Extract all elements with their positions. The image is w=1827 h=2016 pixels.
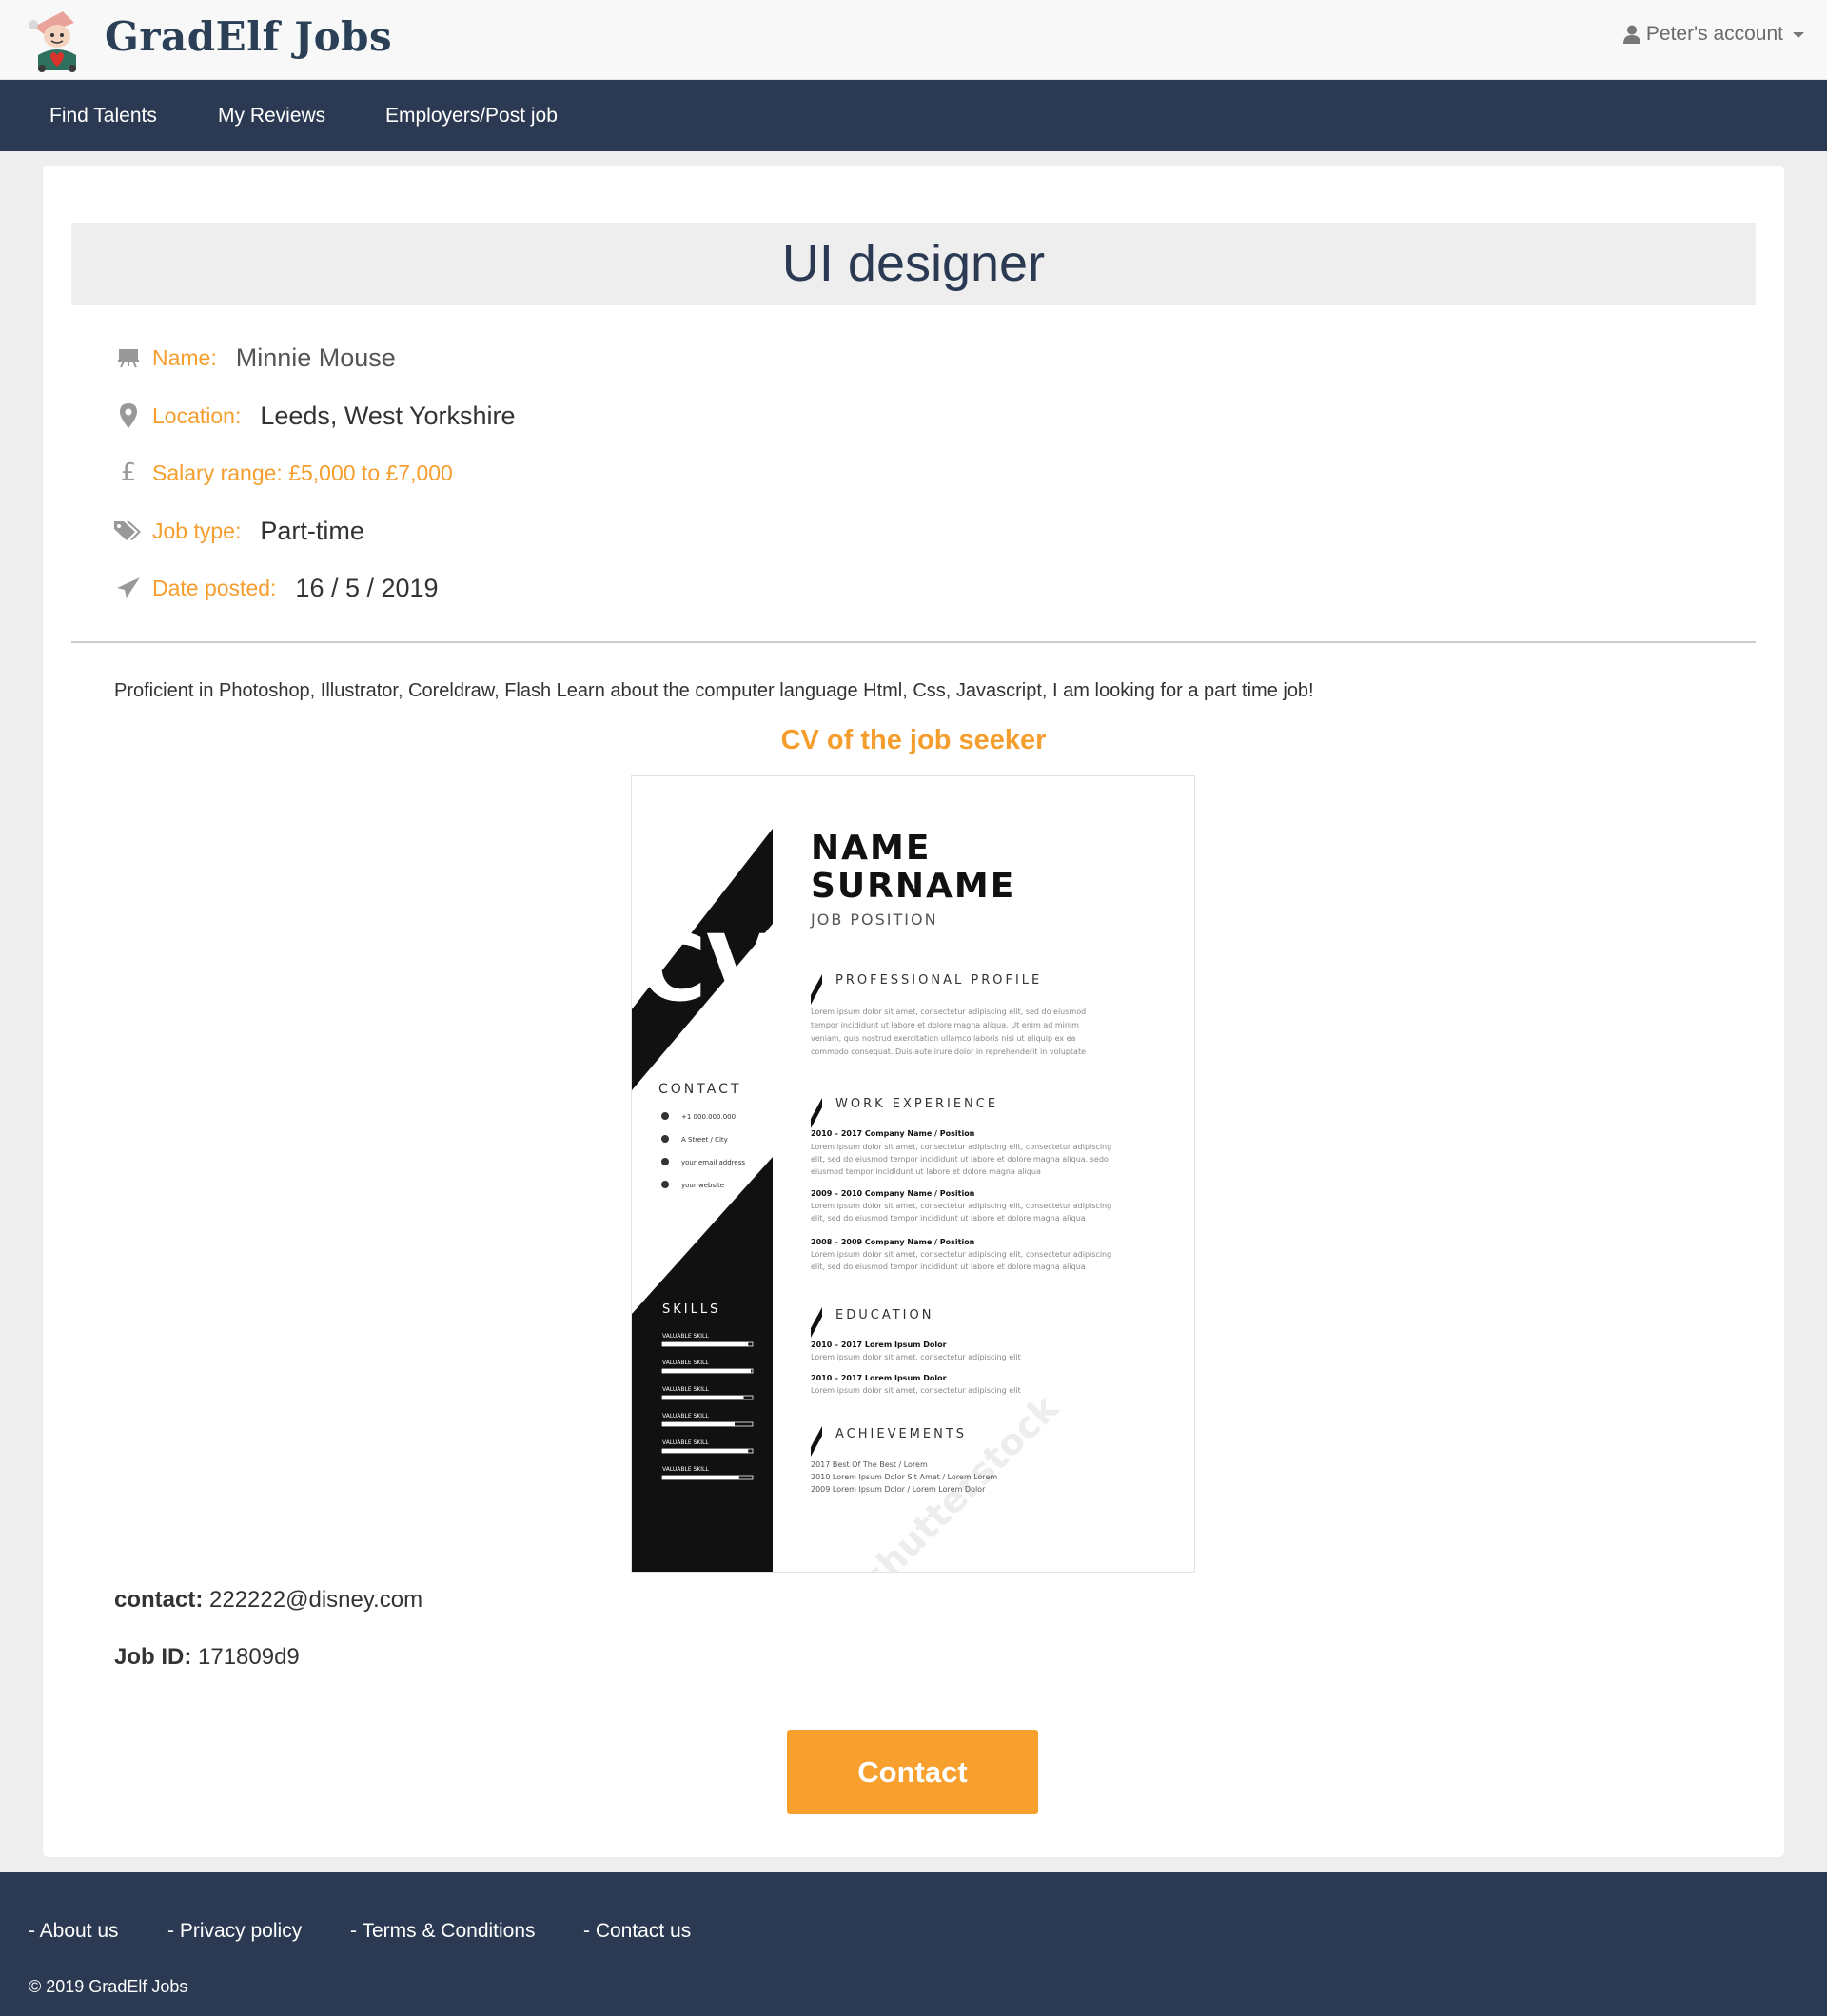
cv-skill-bar bbox=[662, 1422, 735, 1426]
footer: - About us - Privacy policy - Terms & Co… bbox=[0, 1872, 1827, 2016]
cv-document: CV CONTACT +1 000.000.000 A Street / Cit… bbox=[632, 776, 1194, 1572]
cv-section-profile: PROFESSIONAL PROFILE bbox=[835, 973, 1042, 988]
footer-about-us[interactable]: - About us bbox=[29, 1920, 119, 1943]
cv-name-line1: NAME bbox=[811, 829, 931, 868]
cv-skill-bar bbox=[662, 1449, 749, 1453]
name-value: Minnie Mouse bbox=[235, 343, 396, 372]
cv-skills-title: SKILLS bbox=[662, 1302, 720, 1317]
cv-text-line: Lorem ipsum dolor sit amet, consectetur … bbox=[811, 1250, 1111, 1259]
cv-skill-bar bbox=[662, 1369, 752, 1373]
title-band: UI designer bbox=[71, 223, 1756, 305]
divider bbox=[71, 641, 1756, 643]
cv-section-work: WORK EXPERIENCE bbox=[835, 1097, 998, 1111]
cv-text-line: elit, sed do eiusmod tempor incididunt u… bbox=[811, 1262, 1086, 1271]
chevron-down-icon bbox=[1793, 32, 1804, 38]
cv-contact-item: +1 000.000.000 bbox=[681, 1113, 736, 1121]
cv-edu-head: 2010 – 2017 Lorem Ipsum Dolor bbox=[811, 1341, 947, 1349]
location-value: Leeds, West Yorkshire bbox=[260, 401, 516, 430]
name-label: Name: bbox=[152, 344, 217, 370]
account-menu[interactable]: Peter's account bbox=[1622, 23, 1804, 46]
cv-skill-bar bbox=[662, 1342, 749, 1346]
account-label: Peter's account bbox=[1645, 23, 1783, 45]
cv-text-line: elit, sed do eiusmod tempor incididunt u… bbox=[811, 1155, 1109, 1164]
main-nav: Find Talents My Reviews Employers/Post j… bbox=[0, 80, 1827, 151]
tags-icon bbox=[114, 517, 143, 545]
footer-terms[interactable]: - Terms & Conditions bbox=[350, 1920, 536, 1943]
cv-image[interactable]: CV CONTACT +1 000.000.000 A Street / Cit… bbox=[631, 775, 1195, 1573]
cv-name-line2: SURNAME bbox=[811, 867, 1015, 906]
jobid-value: 171809d9 bbox=[198, 1644, 300, 1670]
location-label: Location: bbox=[152, 402, 242, 428]
contact-row: contact: 222222@disney.com bbox=[114, 1587, 422, 1614]
footer-privacy-policy[interactable]: - Privacy policy bbox=[167, 1920, 302, 1943]
cv-skill-label: VALUABLE SKILL bbox=[662, 1439, 709, 1446]
date-value: 16 / 5 / 2019 bbox=[295, 573, 439, 602]
cv-section-achievements: ACHIEVEMENTS bbox=[835, 1427, 967, 1441]
date-label: Date posted: bbox=[152, 575, 277, 600]
jobid-label: Job ID: bbox=[114, 1644, 192, 1670]
jobid-row: Job ID: 171809d9 bbox=[114, 1644, 300, 1671]
cv-section-education: EDUCATION bbox=[835, 1308, 933, 1322]
map-marker-icon bbox=[114, 401, 143, 430]
jobtype-label: Job type: bbox=[152, 518, 242, 543]
footer-contact-us[interactable]: - Contact us bbox=[583, 1920, 691, 1943]
nav-employers-post-job[interactable]: Employers/Post job bbox=[385, 105, 558, 127]
info-location: Location: Leeds, West Yorkshire bbox=[114, 399, 516, 433]
elf-logo[interactable] bbox=[25, 6, 89, 74]
job-card: UI designer Name: Minnie Mouse Location:… bbox=[43, 166, 1784, 1857]
cv-skill-label: VALUABLE SKILL bbox=[662, 1333, 709, 1340]
top-header: GradElf Jobs Peter's account bbox=[0, 0, 1827, 80]
cv-letters: CV bbox=[639, 915, 777, 1022]
send-icon bbox=[114, 574, 143, 602]
brand-name[interactable]: GradElf Jobs bbox=[105, 13, 392, 60]
info-salary: £ Salary range: £5,000 to £7,000 bbox=[114, 456, 472, 490]
cv-skill-bar bbox=[662, 1396, 744, 1399]
cv-achievement: 2017 Best Of The Best / Lorem bbox=[811, 1460, 928, 1469]
contact-email: 222222@disney.com bbox=[209, 1587, 423, 1613]
cv-text-line: Lorem ipsum dolor sit amet, consectetur … bbox=[811, 1008, 1086, 1016]
cv-edu-head: 2010 – 2017 Lorem Ipsum Dolor bbox=[811, 1374, 947, 1382]
info-date-posted: Date posted: 16 / 5 / 2019 bbox=[114, 571, 439, 605]
jobtype-value: Part-time bbox=[260, 516, 364, 545]
cv-skill-label: VALUABLE SKILL bbox=[662, 1386, 709, 1393]
cv-contact-title: CONTACT bbox=[658, 1082, 741, 1097]
salary-label: Salary range: £5,000 to £7,000 bbox=[152, 460, 453, 485]
copyright: © 2019 GradElf Jobs bbox=[29, 1977, 188, 1996]
cv-text-line: Lorem ipsum dolor sit amet, consectetur … bbox=[811, 1143, 1111, 1151]
cv-heading: CV of the job seeker bbox=[780, 725, 1047, 755]
cv-contact-item: A Street / City bbox=[681, 1136, 728, 1144]
cv-skill-label: VALUABLE SKILL bbox=[662, 1466, 709, 1473]
cv-position: JOB POSITION bbox=[810, 910, 938, 929]
cv-work-head: 2010 – 2017 Company Name / Position bbox=[811, 1129, 975, 1138]
cv-text-line: tempor incididunt ut labore et dolore ma… bbox=[811, 1021, 1079, 1029]
cv-contact-item: your website bbox=[681, 1182, 724, 1189]
nav-my-reviews[interactable]: My Reviews bbox=[218, 105, 325, 127]
page-title: UI designer bbox=[781, 235, 1046, 292]
info-job-type: Job type: Part-time bbox=[114, 514, 364, 548]
cv-work-head: 2009 – 2010 Company Name / Position bbox=[811, 1189, 975, 1198]
cv-text-line: Lorem ipsum dolor sit amet, consectetur … bbox=[811, 1202, 1111, 1210]
cv-skill-label: VALUABLE SKILL bbox=[662, 1413, 709, 1419]
nav-find-talents[interactable]: Find Talents bbox=[49, 105, 157, 127]
cv-text-line: Lorem ipsum dolor sit amet, consectetur … bbox=[811, 1353, 1021, 1361]
cv-text-line: elit, sed do eiusmod tempor incididunt u… bbox=[811, 1214, 1086, 1223]
cv-skill-label: VALUABLE SKILL bbox=[662, 1360, 709, 1366]
cv-text-line: eiusmod tempor incididunt ut labore et d… bbox=[811, 1167, 1041, 1176]
easel-icon bbox=[114, 343, 143, 372]
job-description: Proficient in Photoshop, Illustrator, Co… bbox=[114, 680, 1314, 701]
contact-button[interactable]: Contact bbox=[787, 1730, 1038, 1814]
user-icon bbox=[1622, 25, 1640, 44]
cv-text-line: Lorem ipsum dolor sit amet, consectetur … bbox=[811, 1386, 1021, 1395]
cv-work-head: 2008 – 2009 Company Name / Position bbox=[811, 1238, 975, 1246]
info-name: Name: Minnie Mouse bbox=[114, 341, 396, 375]
contact-label: contact: bbox=[114, 1587, 204, 1613]
cv-text-line: commodo consequat. Duis aute irure dolor… bbox=[811, 1047, 1086, 1056]
cv-text-line: veniam, quis nostrud exercitation ullamc… bbox=[811, 1034, 1076, 1043]
cv-contact-item: your email address bbox=[681, 1159, 745, 1166]
pound-icon: £ bbox=[120, 459, 137, 487]
cv-skill-bar bbox=[662, 1476, 739, 1479]
